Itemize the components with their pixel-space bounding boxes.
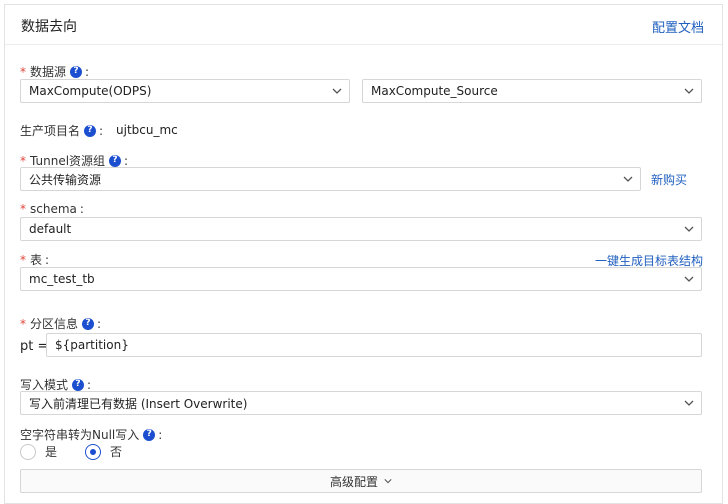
help-circle-icon[interactable]: ? (109, 154, 122, 167)
config-doc-link[interactable]: 配置文档 (652, 17, 704, 36)
datasource-type-select[interactable]: MaxCompute(ODPS) (20, 79, 350, 103)
advanced-config-label: 高级配置 (329, 474, 378, 489)
datasource-source-value: MaxCompute_Source (371, 84, 498, 98)
radio-no-label: 否 (110, 445, 123, 459)
panel-title: 数据去向 (21, 19, 77, 35)
chevron-down-icon (325, 79, 349, 103)
help-circle-icon[interactable]: ? (72, 378, 85, 391)
table-value: mc_test_tb (29, 272, 95, 286)
project-value: ujtbcu_mc (116, 123, 178, 137)
table-label-row: * 表 : (20, 252, 50, 268)
chevron-down-icon (677, 267, 701, 291)
partition-key: pt = (20, 339, 49, 354)
schema-label: schema (30, 202, 77, 216)
radio-no[interactable]: 否 (85, 443, 122, 460)
help-circle-icon[interactable]: ? (70, 65, 83, 78)
buy-new-link[interactable]: 新购买 (651, 171, 687, 188)
schema-select[interactable]: default (20, 217, 702, 241)
project-label-row: 生产项目名 ? : (20, 123, 104, 139)
required-mark: * (20, 202, 26, 216)
required-mark: * (20, 252, 26, 267)
null-write-label-row: 空字符串转为Null写入 ? : (20, 427, 163, 443)
partition-label-row: * 分区信息 ? : (20, 316, 102, 332)
schema-label-row: * schema : (20, 202, 84, 216)
chevron-down-icon (677, 217, 701, 241)
partition-label: 分区信息 (30, 317, 79, 331)
help-circle-icon[interactable]: ? (82, 317, 95, 330)
chevron-down-icon (677, 391, 701, 415)
required-mark: * (20, 153, 26, 168)
table-label: 表 (30, 253, 43, 267)
radio-circle[interactable] (20, 443, 36, 460)
write-mode-select[interactable]: 写入前清理已有数据 (Insert Overwrite) (20, 391, 702, 415)
write-mode-value: 写入前清理已有数据 (Insert Overwrite) (29, 396, 248, 411)
radio-circle-checked[interactable] (85, 443, 102, 460)
null-write-label: 空字符串转为Null写入 (20, 428, 140, 442)
partition-value: ${partition} (55, 338, 129, 352)
radio-yes[interactable]: 是 (20, 443, 57, 460)
required-mark: * (20, 316, 26, 331)
help-circle-icon[interactable]: ? (84, 124, 97, 137)
chevron-down-icon (384, 477, 392, 485)
chevron-down-icon (677, 79, 701, 103)
tunnel-select[interactable]: 公共传输资源 (20, 167, 641, 191)
project-label: 生产项目名 (20, 124, 81, 138)
advanced-config-toggle[interactable]: 高级配置 (20, 469, 702, 493)
datasource-type-value: MaxCompute(ODPS) (29, 84, 152, 98)
null-write-radio-group: 是 否 (20, 443, 150, 460)
schema-value: default (29, 222, 72, 236)
datasource-source-select[interactable]: MaxCompute_Source (362, 79, 702, 103)
tunnel-value: 公共传输资源 (29, 172, 102, 187)
chevron-down-icon (616, 167, 640, 191)
datasource-label-row: * 数据源 ? : (20, 64, 90, 80)
required-mark: * (20, 64, 26, 79)
table-select[interactable]: mc_test_tb (20, 267, 702, 291)
partition-input[interactable]: ${partition} (46, 333, 702, 357)
radio-yes-label: 是 (45, 445, 58, 459)
panel-header: 数据去向 配置文档 (5, 5, 722, 45)
datasource-label: 数据源 (30, 65, 67, 79)
help-circle-icon[interactable]: ? (143, 428, 156, 441)
